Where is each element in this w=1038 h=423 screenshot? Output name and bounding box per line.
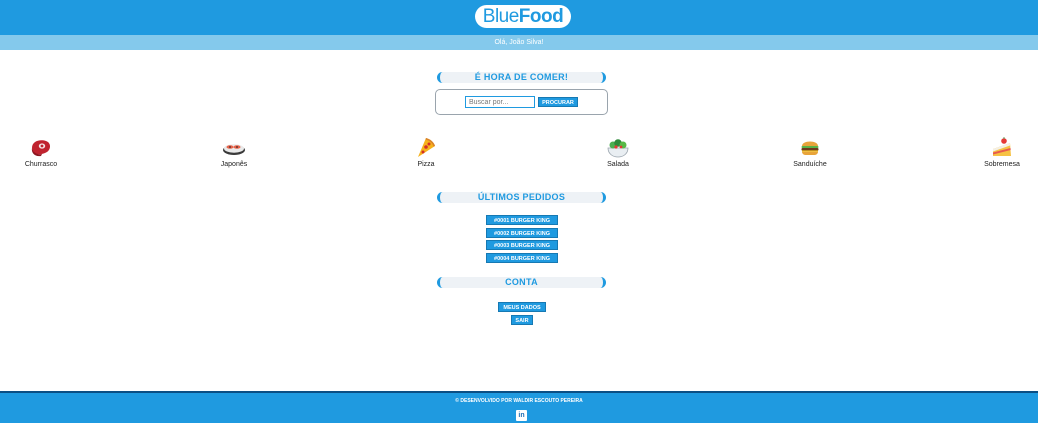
pizza-icon	[418, 138, 435, 157]
category-sobremesa[interactable]: Sobremesa	[972, 136, 1032, 168]
category-salada[interactable]: Salada	[588, 136, 648, 168]
greeting-bar: Olá, João Silva!	[0, 35, 1038, 50]
category-label: Sobremesa	[984, 161, 1020, 168]
footer: © DESENVOLVIDO POR WALDIR ESCOUTO PEREIR…	[0, 391, 1038, 423]
greeting-text: Olá, João Silva!	[494, 39, 544, 46]
category-sanduiche[interactable]: Sanduíche	[780, 136, 840, 168]
logo-text-blue: Blue	[482, 6, 520, 27]
footer-credit: © DESENVOLVIDO POR WALDIR ESCOUTO PEREIR…	[455, 398, 583, 404]
category-label: Churrasco	[24, 161, 58, 168]
order-button[interactable]: #0002 BURGER KING	[486, 228, 558, 238]
category-label: Pizza	[417, 161, 435, 168]
search-section-title: É HORA DE COMER!	[437, 72, 606, 83]
logo-text-food: Food	[518, 6, 564, 27]
search-button[interactable]: PROCURAR	[538, 97, 578, 107]
category-label: Salada	[607, 161, 629, 168]
order-button[interactable]: #0001 BURGER KING	[486, 215, 558, 225]
steak-icon	[31, 140, 51, 157]
account-section-title: CONTA	[437, 277, 606, 288]
order-button[interactable]: #0003 BURGER KING	[486, 240, 558, 250]
top-header: BlueFood	[0, 0, 1038, 35]
category-label: Sanduíche	[793, 161, 827, 168]
category-japones[interactable]: Japonês	[204, 136, 264, 168]
burger-icon	[801, 141, 819, 155]
search-input[interactable]	[465, 96, 535, 108]
my-data-button[interactable]: MEUS DADOS	[498, 302, 546, 312]
bluefood-logo[interactable]: BlueFood	[475, 5, 571, 28]
category-label: Japonês	[220, 161, 248, 168]
category-churrasco[interactable]: Churrasco	[11, 136, 71, 168]
logout-button[interactable]: SAIR	[511, 315, 533, 325]
category-pizza[interactable]: Pizza	[396, 136, 456, 168]
order-button[interactable]: #0004 BURGER KING	[486, 253, 558, 263]
search-box: PROCURAR	[435, 89, 608, 115]
linkedin-icon[interactable]: in	[516, 410, 527, 421]
salad-icon	[607, 139, 629, 158]
orders-section-title: ÚLTIMOS PEDIDOS	[437, 192, 606, 203]
cake-icon	[993, 137, 1011, 156]
sushi-icon	[223, 144, 245, 155]
